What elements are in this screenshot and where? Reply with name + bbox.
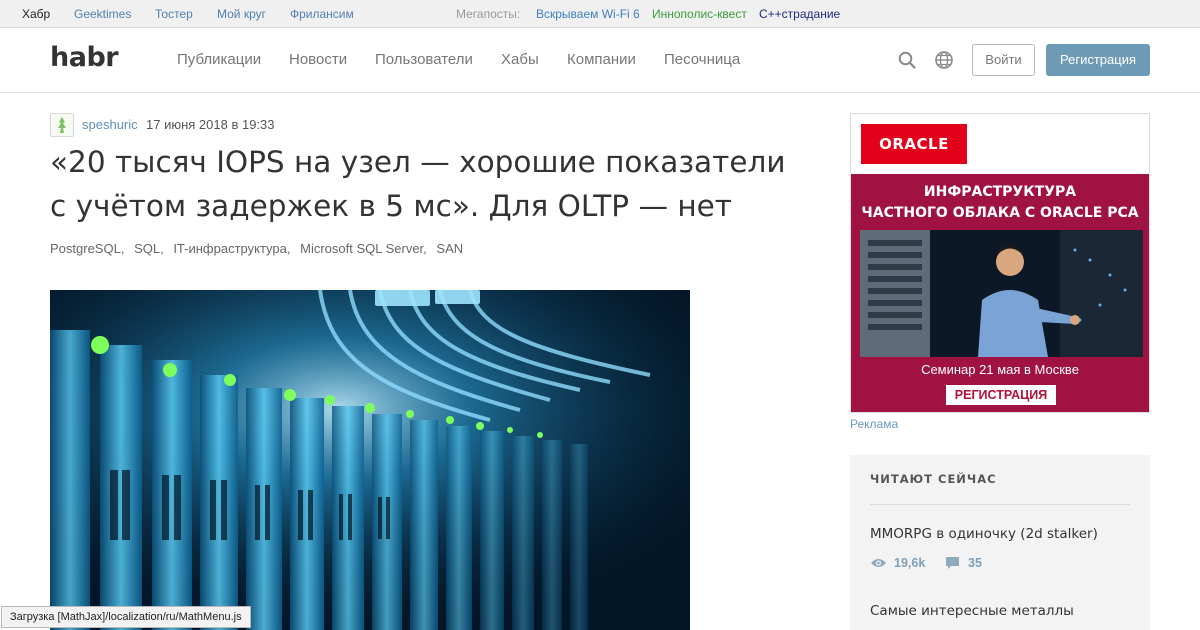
habr-logo[interactable]: habr xyxy=(50,42,119,73)
megapost-link-cpp[interactable]: С++страдание xyxy=(759,7,840,21)
ad-register-button[interactable]: РЕГИСТРАЦИЯ xyxy=(946,385,1056,405)
hub-link[interactable]: SQL, xyxy=(134,241,164,256)
post-date: 17 июня 2018 в 19:33 xyxy=(146,117,275,132)
ad-headline-line-2: ЧАСТНОГО ОБЛАКА С ORACLE PCA xyxy=(861,205,1139,221)
nav-publications[interactable]: Публикации xyxy=(177,51,261,68)
megaposts-label: Мегапосты: xyxy=(456,7,521,21)
post-title: «20 тысяч IOPS на узел — хорошие показат… xyxy=(50,145,786,223)
author-avatar[interactable] xyxy=(50,113,74,137)
register-button[interactable]: Регистрация xyxy=(1046,44,1150,76)
nav-users[interactable]: Пользователи xyxy=(375,51,473,68)
ad-photo xyxy=(860,230,1143,357)
post-header-image xyxy=(50,290,690,630)
nav-companies[interactable]: Компании xyxy=(567,51,636,68)
nav-news[interactable]: Новости xyxy=(289,51,347,68)
service-link-geektimes[interactable]: Geektimes xyxy=(74,7,131,21)
comments-icon xyxy=(945,556,960,575)
oracle-logo: ORACLE xyxy=(861,124,967,164)
author-link[interactable]: speshuric xyxy=(82,117,138,132)
reading-post-title[interactable]: Самые интересные металлы xyxy=(870,603,1074,619)
search-icon[interactable] xyxy=(897,50,917,70)
hub-link[interactable]: IT-инфраструктура, xyxy=(173,241,290,256)
hub-link[interactable]: Microsoft SQL Server, xyxy=(300,241,427,256)
megapost-link-innopolis[interactable]: Иннополис-квест xyxy=(652,7,747,21)
globe-icon[interactable] xyxy=(934,50,954,70)
service-link-toster[interactable]: Тостер xyxy=(155,7,193,21)
ad-label-link[interactable]: Реклама xyxy=(850,417,898,431)
comments-count[interactable]: 35 xyxy=(968,556,982,570)
service-link-moikrug[interactable]: Мой круг xyxy=(217,7,266,21)
site-header: habr Публикации Новости Пользователи Хаб… xyxy=(0,28,1200,93)
hub-link[interactable]: SAN xyxy=(436,241,463,256)
reading-now-widget: ЧИТАЮТ СЕЙЧАС MMORPG в одиночку (2d stal… xyxy=(850,455,1150,630)
login-button[interactable]: Войти xyxy=(972,44,1035,76)
ad-content: ИНФРАСТРУКТУРА ЧАСТНОГО ОБЛАКА С ORACLE … xyxy=(851,174,1149,412)
browser-status-bar: Загрузка [MathJax]/localization/ru/MathM… xyxy=(1,606,251,628)
ad-headline: ИНФРАСТРУКТУРА ЧАСТНОГО ОБЛАКА С ORACLE … xyxy=(851,182,1149,224)
service-link-freelansim[interactable]: Фрилансим xyxy=(290,7,354,21)
services-bar: Хабр Geektimes Тостер Мой круг Фрилансим… xyxy=(0,0,1200,28)
nav-sandbox[interactable]: Песочница xyxy=(664,51,740,68)
megapost-link-wifi[interactable]: Вскрываем Wi-Fi 6 xyxy=(536,7,640,21)
reading-post-title[interactable]: MMORPG в одиночку (2d stalker) xyxy=(870,526,1098,542)
hub-link[interactable]: PostgreSQL, xyxy=(50,241,124,256)
nav-hubs[interactable]: Хабы xyxy=(501,51,539,68)
ad-headline-line-1: ИНФРАСТРУКТУРА xyxy=(923,184,1077,200)
oracle-ad-banner[interactable]: ORACLE ИНФРАСТРУКТУРА ЧАСТНОГО ОБЛАКА С … xyxy=(850,113,1150,413)
ad-seminar-text: Семинар 21 мая в Москве xyxy=(921,362,1079,377)
ad-logo-area: ORACLE xyxy=(851,114,1149,174)
divider xyxy=(870,504,1130,505)
service-link-habr[interactable]: Хабр xyxy=(22,7,50,21)
views-icon xyxy=(870,556,887,575)
reading-now-title: ЧИТАЮТ СЕЙЧАС xyxy=(870,472,997,486)
views-count: 19,6k xyxy=(894,556,926,570)
post-hubs: PostgreSQL, SQL, IT-инфраструктура, Micr… xyxy=(50,241,469,256)
